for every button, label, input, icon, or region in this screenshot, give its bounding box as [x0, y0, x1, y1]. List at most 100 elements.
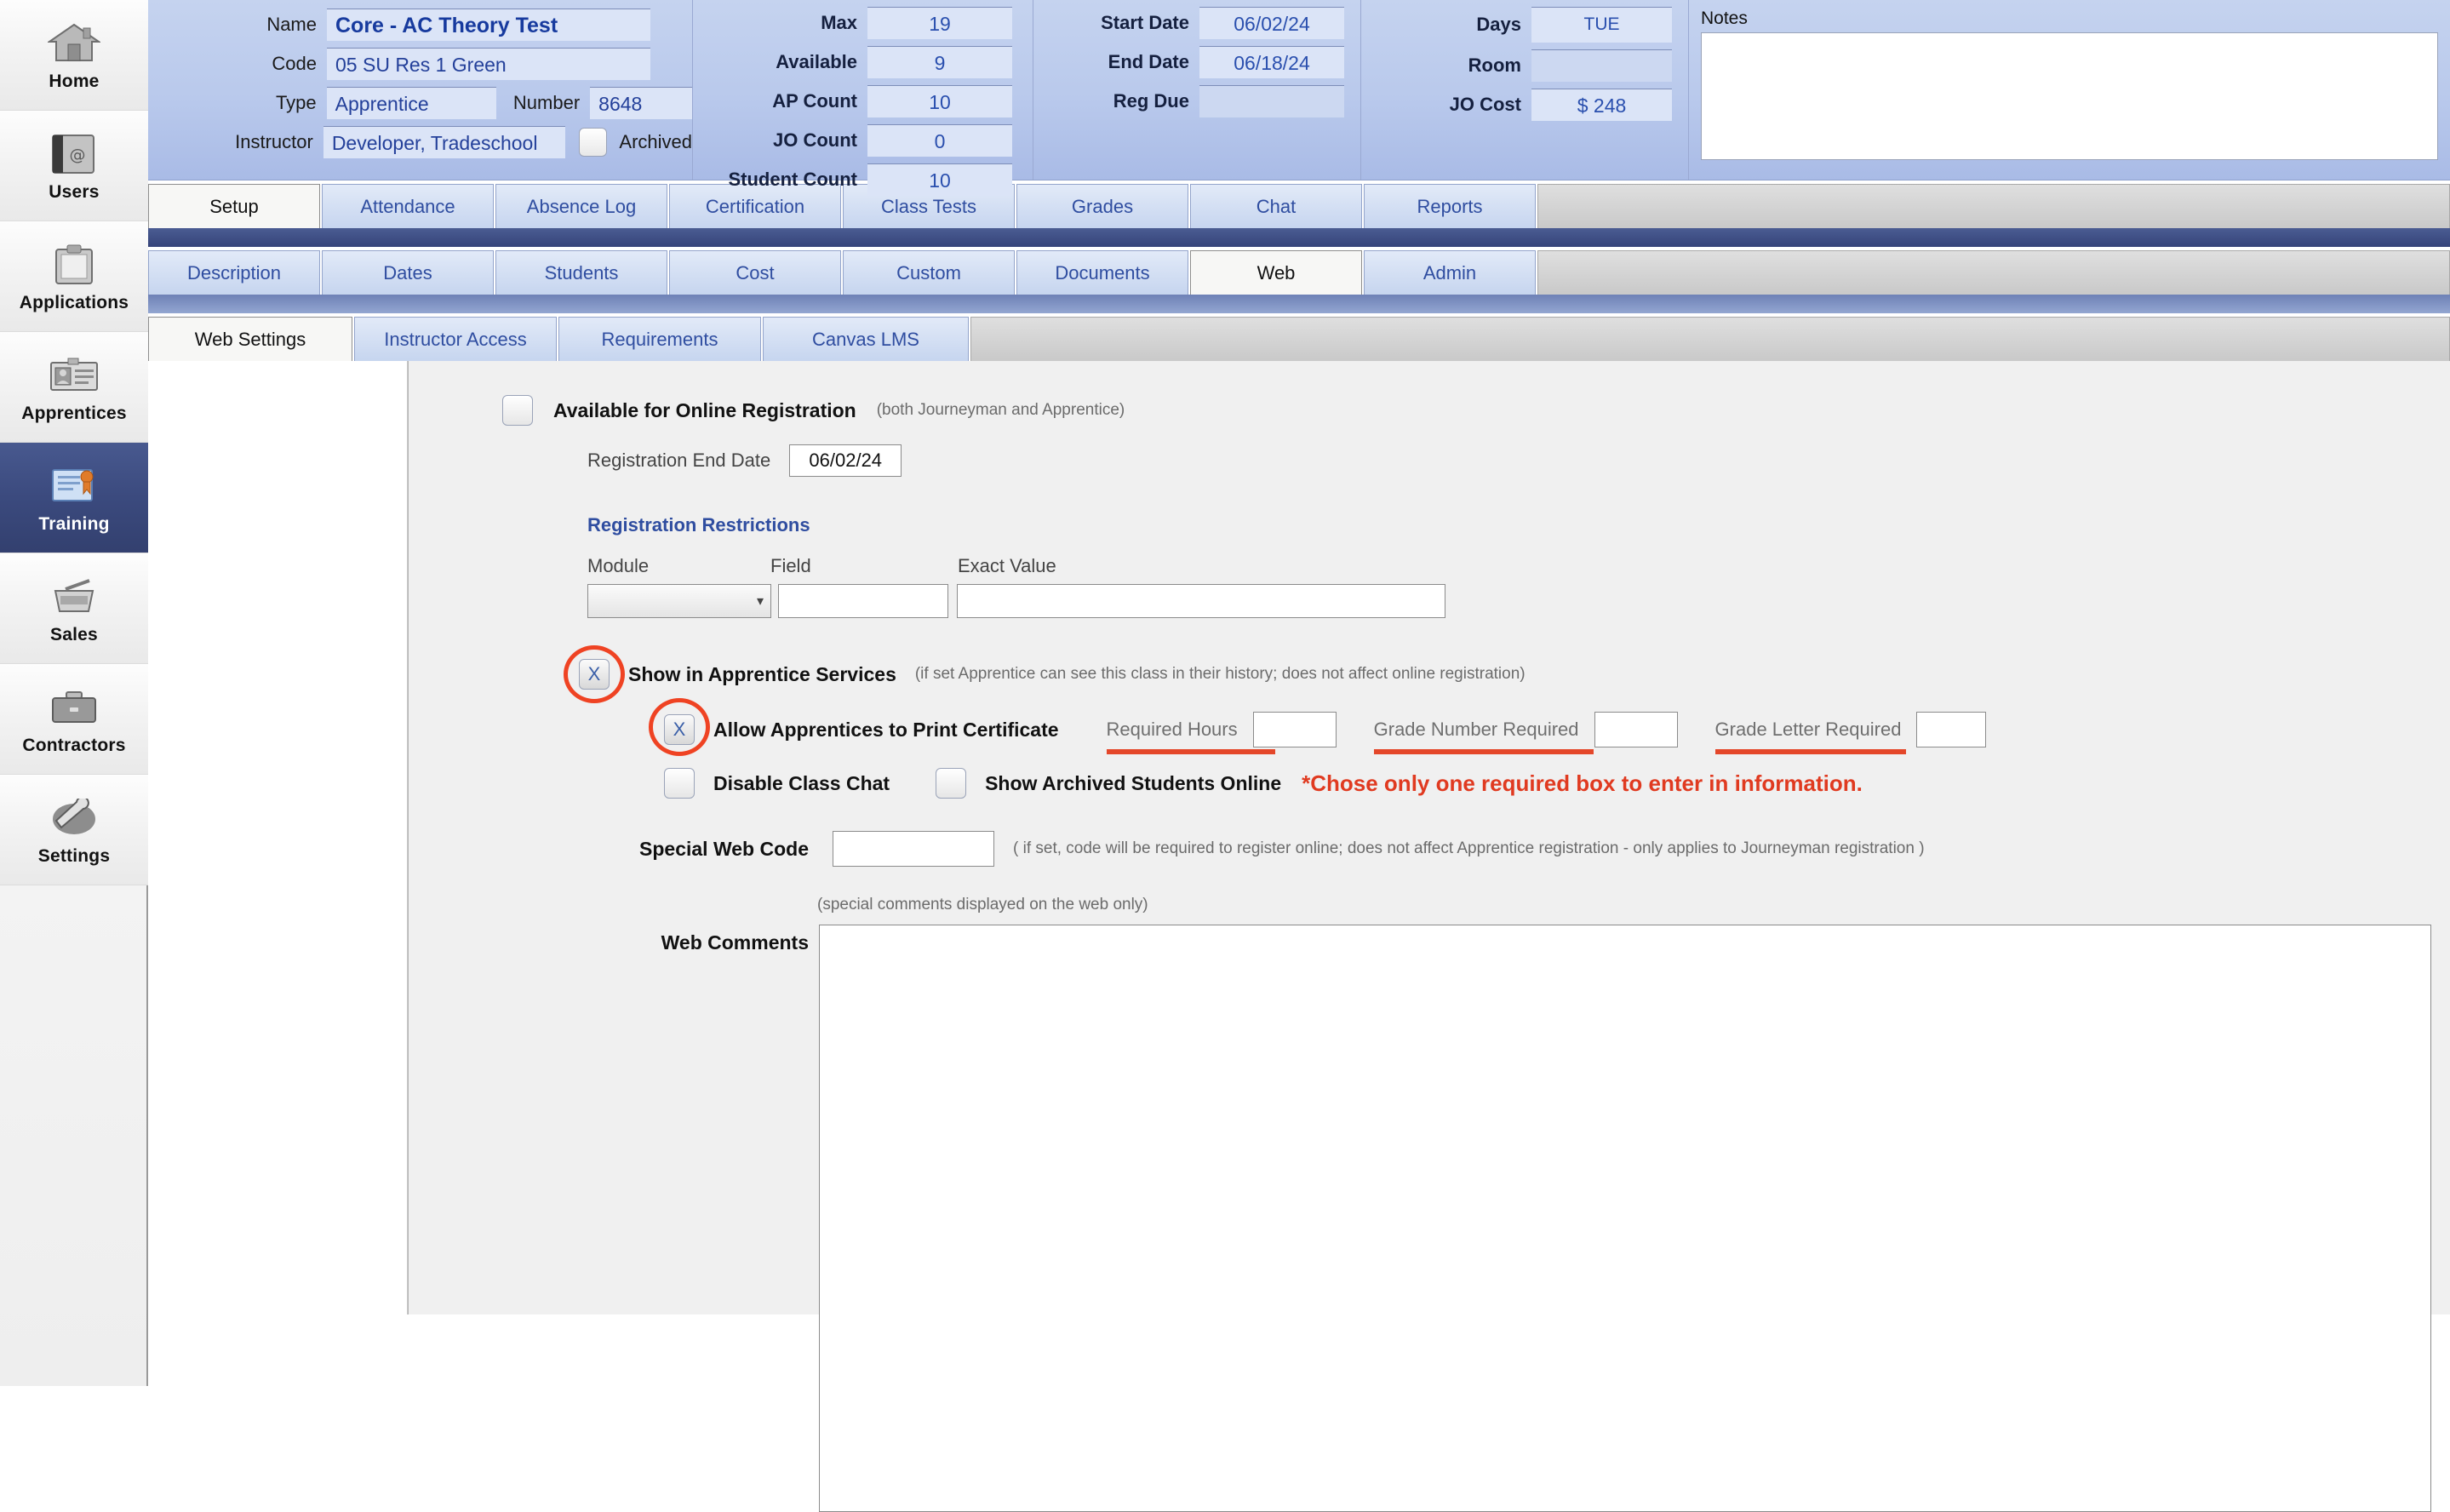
- count-row: JO Count 0: [693, 124, 1033, 157]
- tabbar-filler: [970, 317, 2450, 361]
- tab-admin[interactable]: Admin: [1364, 250, 1536, 295]
- sidebar-item-settings[interactable]: Settings: [0, 775, 148, 885]
- subtab-instructor-access[interactable]: Instructor Access: [354, 317, 557, 361]
- number-field[interactable]: 8648: [590, 87, 692, 119]
- start-date-field[interactable]: 06/02/24: [1199, 7, 1344, 39]
- allow-print-certificate-checkbox[interactable]: X: [664, 714, 695, 745]
- reg-due-label: Reg Due: [1113, 90, 1189, 112]
- jo-cost-label: JO Cost: [1449, 94, 1521, 115]
- dates-group: Start Date 06/02/24 End Date 06/18/24 Re…: [1033, 0, 1361, 180]
- jo-cost-field[interactable]: $ 248: [1531, 89, 1672, 121]
- show-archived-students-checkbox[interactable]: [936, 768, 967, 799]
- tab-students[interactable]: Students: [495, 250, 667, 295]
- sidebar: Home @ Users Applications Apprentices Tr…: [0, 0, 148, 1386]
- sidebar-item-home[interactable]: Home: [0, 0, 148, 111]
- grade-number-input[interactable]: [1594, 712, 1678, 747]
- type-field[interactable]: Apprentice: [326, 87, 497, 119]
- sidebar-item-label: Training: [38, 513, 110, 534]
- max-field[interactable]: 19: [867, 7, 1012, 39]
- tab-grades[interactable]: Grades: [1016, 184, 1188, 228]
- sidebar-item-label: Applications: [19, 292, 129, 312]
- counts-group: Max 19 Available 9 AP Count 10 JO Count …: [693, 0, 1033, 196]
- end-date-label: End Date: [1108, 51, 1189, 72]
- chevron-down-icon: ▾: [756, 594, 764, 609]
- available-online-label: Available for Online Registration: [553, 398, 856, 421]
- available-online-row: Available for Online Registration (both …: [502, 395, 2450, 426]
- student-count-field[interactable]: 10: [867, 163, 1012, 196]
- disable-class-chat-label: Disable Class Chat: [713, 771, 890, 794]
- id-card-icon: [47, 351, 101, 400]
- ap-count-field[interactable]: 10: [867, 85, 1012, 117]
- sidebar-item-applications[interactable]: Applications: [0, 221, 148, 332]
- available-online-checkbox[interactable]: [502, 395, 533, 426]
- jo-count-label: JO Count: [773, 129, 857, 151]
- jo-count-field[interactable]: 0: [867, 124, 1012, 157]
- sidebar-item-apprentices[interactable]: Apprentices: [0, 332, 148, 443]
- days-label: Days: [1476, 14, 1521, 35]
- required-hours-label: Required Hours: [1106, 719, 1238, 740]
- sidebar-item-users[interactable]: @ Users: [0, 111, 148, 221]
- show-apprentice-services-checkbox[interactable]: X: [579, 659, 610, 690]
- show-apprentice-services-label: Show in Apprentice Services: [628, 662, 896, 685]
- tab-documents[interactable]: Documents: [1016, 250, 1188, 295]
- tabbar-filler: [1537, 184, 2450, 228]
- special-web-code-label: Special Web Code: [639, 837, 809, 860]
- tab-attendance[interactable]: Attendance: [322, 184, 494, 228]
- code-field[interactable]: 05 SU Res 1 Green: [327, 48, 650, 80]
- available-online-hint: (both Journeyman and Apprentice): [876, 401, 1125, 419]
- room-field[interactable]: [1531, 49, 1672, 82]
- tab-web[interactable]: Web: [1190, 250, 1362, 295]
- restriction-col-module: Module: [587, 555, 650, 576]
- tab-dates[interactable]: Dates: [322, 250, 494, 295]
- subtab-web-settings[interactable]: Web Settings: [148, 317, 352, 361]
- code-row: Code 05 SU Res 1 Green: [148, 48, 692, 80]
- sidebar-item-training[interactable]: Training: [0, 443, 148, 553]
- web-comments-textarea[interactable]: [819, 925, 2431, 1512]
- web-comments-label: Web Comments: [661, 931, 809, 954]
- subtab-requirements[interactable]: Requirements: [558, 317, 761, 361]
- room-row: Room: [1361, 49, 1688, 82]
- special-web-code-input[interactable]: [833, 831, 994, 867]
- wrench-icon: [47, 793, 101, 843]
- required-hours-group: Required Hours: [1106, 719, 1275, 754]
- notes-label: Notes: [1701, 9, 1748, 28]
- basket-icon: [47, 572, 101, 621]
- sidebar-item-label: Sales: [50, 624, 98, 644]
- disable-class-chat-checkbox[interactable]: [664, 768, 695, 799]
- annotation-underline-required-hours: [1106, 749, 1275, 754]
- archived-checkbox[interactable]: [579, 128, 608, 157]
- tab-description[interactable]: Description: [148, 250, 320, 295]
- reg-due-field[interactable]: [1199, 85, 1344, 117]
- tab-absence-log[interactable]: Absence Log: [495, 184, 667, 228]
- instructor-field[interactable]: Developer, Tradeschool: [323, 126, 566, 158]
- restriction-col-exact-value: Exact Value: [958, 555, 1056, 576]
- sidebar-item-sales[interactable]: Sales: [0, 553, 148, 664]
- tab-setup[interactable]: Setup: [148, 184, 320, 228]
- name-field[interactable]: Core - AC Theory Test: [327, 9, 650, 41]
- subtab-canvas-lms[interactable]: Canvas LMS: [763, 317, 969, 361]
- end-date-field[interactable]: 06/18/24: [1199, 46, 1344, 78]
- number-label: Number: [512, 92, 581, 113]
- date-row: Start Date 06/02/24: [1033, 7, 1360, 39]
- date-row: Reg Due: [1033, 85, 1360, 117]
- sidebar-item-contractors[interactable]: Contractors: [0, 664, 148, 775]
- notes-textarea[interactable]: [1701, 32, 2438, 160]
- available-field[interactable]: 9: [867, 46, 1012, 78]
- tab-reports[interactable]: Reports: [1364, 184, 1536, 228]
- tab-custom[interactable]: Custom: [843, 250, 1015, 295]
- required-hours-input[interactable]: [1252, 712, 1337, 747]
- sidebar-item-label: Settings: [37, 845, 111, 866]
- reg-end-date-input[interactable]: 06/02/24: [789, 444, 902, 477]
- tab-chat[interactable]: Chat: [1190, 184, 1362, 228]
- restriction-field-input[interactable]: [778, 584, 948, 618]
- chat-archived-row: Disable Class Chat Show Archived Student…: [664, 768, 2450, 799]
- primary-tab-bar: Setup Attendance Absence Log Certificati…: [148, 180, 2450, 228]
- restriction-exact-value-input[interactable]: [957, 584, 1445, 618]
- days-field[interactable]: TUE: [1531, 7, 1672, 43]
- grade-number-group: Grade Number Required: [1373, 719, 1594, 754]
- tab-cost[interactable]: Cost: [669, 250, 841, 295]
- show-archived-students-label: Show Archived Students Online: [985, 771, 1282, 794]
- start-date-label: Start Date: [1101, 12, 1189, 33]
- restriction-module-select[interactable]: ▾: [587, 584, 771, 618]
- grade-letter-input[interactable]: [1916, 712, 1987, 747]
